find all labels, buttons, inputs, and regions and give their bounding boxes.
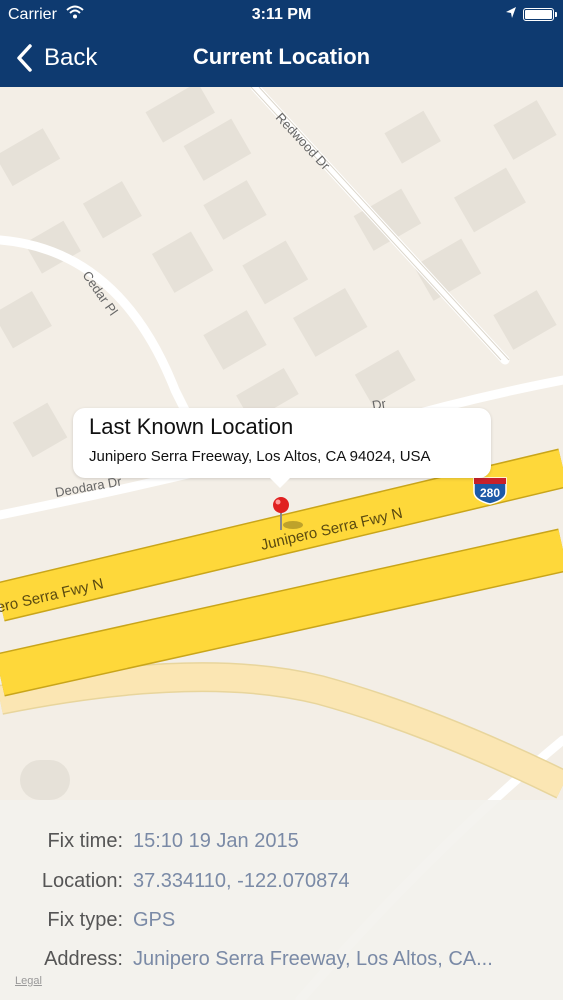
info-row-address: Address: Junipero Serra Freeway, Los Alt…	[0, 948, 563, 982]
legal-link[interactable]: Legal	[15, 975, 42, 987]
info-label: Location:	[41, 870, 123, 892]
info-label: Address:	[44, 948, 123, 970]
info-value: 37.334110, -122.070874	[133, 870, 350, 892]
callout-title: Last Known Location	[89, 414, 294, 439]
info-value: GPS	[133, 909, 176, 931]
page-title: Current Location	[192, 44, 371, 69]
shield-number: 280	[480, 486, 500, 500]
info-label: Fix type:	[47, 909, 123, 931]
navigation-bar: Back Current Location	[0, 30, 563, 87]
interstate-280-shield: 280	[473, 477, 507, 505]
info-value: 15:10 19 Jan 2015	[133, 830, 299, 852]
info-row-location: Location: 37.334110, -122.070874	[0, 870, 563, 904]
status-bar: Carrier 3:11 PM	[0, 0, 563, 30]
location-arrow-icon	[505, 6, 517, 25]
info-label: Fix time:	[47, 830, 123, 852]
location-info-panel: Fix time: 15:10 19 Jan 2015 Location: 37…	[0, 800, 563, 1000]
clock: 3:11 PM	[251, 6, 312, 23]
battery-icon	[523, 8, 557, 21]
info-row-fix-time: Fix time: 15:10 19 Jan 2015	[0, 830, 563, 864]
info-row-fix-type: Fix type: GPS	[0, 909, 563, 943]
location-callout[interactable]: Last Known Location Junipero Serra Freew…	[73, 408, 491, 488]
info-value: Junipero Serra Freeway, Los Altos, CA...	[133, 948, 493, 970]
callout-address: Junipero Serra Freeway, Los Altos, CA 94…	[89, 448, 431, 465]
